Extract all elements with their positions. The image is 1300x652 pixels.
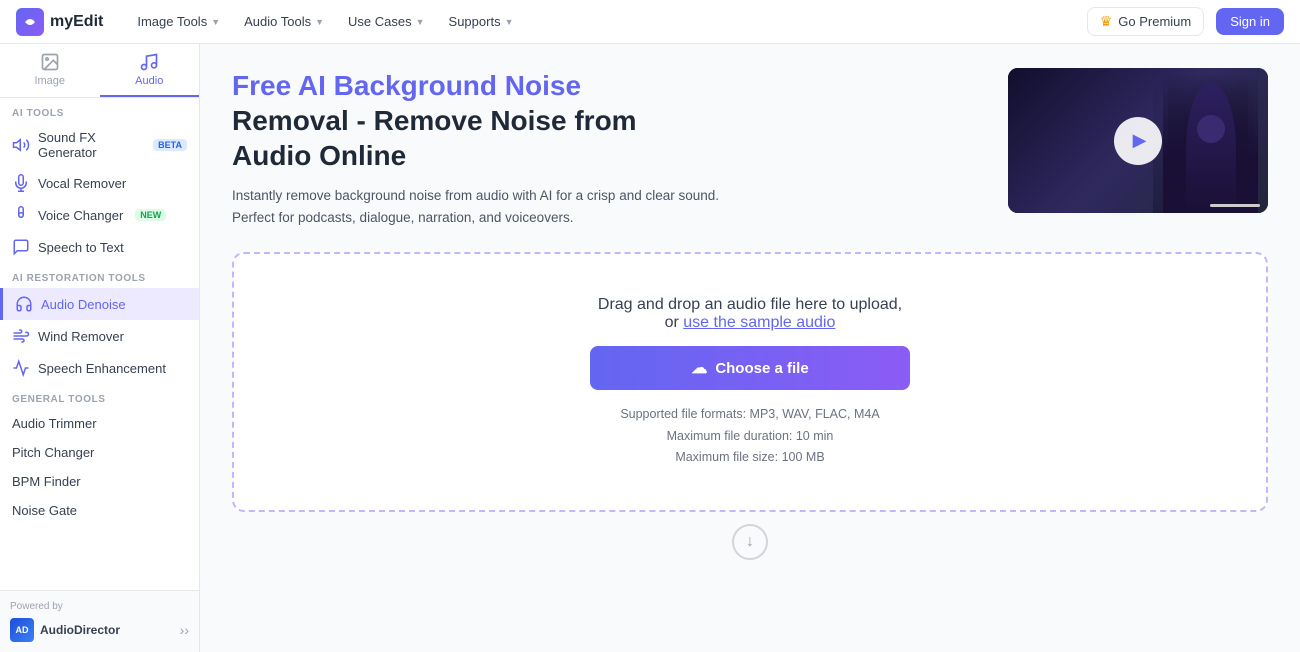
hero-section: Free AI Background Noise Removal - Remov… — [232, 68, 1268, 228]
hero-title-audio: Audio Online — [232, 140, 406, 171]
nav-supports-label: Supports — [449, 14, 501, 29]
sidebar-item-noise-gate-label: Noise Gate — [12, 503, 77, 518]
sidebar-item-pitch-changer-label: Pitch Changer — [12, 445, 94, 460]
go-premium-button[interactable]: ♛ Go Premium — [1087, 7, 1205, 36]
sidebar-item-speech-enhancement-label: Speech Enhancement — [38, 361, 166, 376]
nav-supports[interactable]: Supports ▼ — [439, 8, 524, 35]
tab-image-label: Image — [34, 75, 65, 87]
nav-audio-tools-label: Audio Tools — [244, 14, 311, 29]
sidebar-item-speech-to-text[interactable]: Speech to Text — [0, 231, 199, 263]
sign-in-label: Sign in — [1230, 14, 1270, 29]
audiodirector-row: AD AudioDirector ›› — [10, 618, 189, 642]
chevron-down-icon: ▼ — [315, 17, 324, 27]
sidebar-item-wind-remover[interactable]: Wind Remover — [0, 320, 199, 352]
sidebar-item-wind-remover-label: Wind Remover — [38, 329, 124, 344]
main-content: Free AI Background Noise Removal - Remov… — [200, 44, 1300, 652]
hero-title-free: Free AI Background Noise — [232, 70, 581, 101]
sidebar-item-sound-fx[interactable]: Sound FX Generator BETA — [0, 123, 199, 167]
sidebar-item-audio-trimmer-label: Audio Trimmer — [12, 416, 97, 431]
hero-title-removal: Removal - Remove Noise from — [232, 105, 637, 136]
upload-text: Drag and drop an audio file here to uplo… — [598, 296, 902, 332]
hero-title: Free AI Background Noise Removal - Remov… — [232, 68, 984, 173]
choose-file-button[interactable]: ☁ Choose a file — [590, 346, 910, 390]
main-layout: Image Audio AI TOOLS Sound FX Generator … — [0, 44, 1300, 652]
audiodirector-name: AudioDirector — [40, 623, 120, 637]
sidebar-item-voice-changer-label: Voice Changer — [38, 208, 123, 223]
sidebar-item-speech-to-text-label: Speech to Text — [38, 240, 124, 255]
or-text: or — [665, 314, 679, 331]
file-info: Supported file formats: MP3, WAV, FLAC, … — [620, 404, 879, 468]
play-button[interactable] — [1114, 117, 1162, 165]
sidebar: Image Audio AI TOOLS Sound FX Generator … — [0, 44, 200, 652]
sample-audio-link[interactable]: use the sample audio — [683, 314, 835, 331]
audiodirector-info: AD AudioDirector — [10, 618, 120, 642]
nav-use-cases-label: Use Cases — [348, 14, 412, 29]
hero-thumbnail — [1008, 68, 1268, 213]
sidebar-item-audio-denoise-label: Audio Denoise — [41, 297, 126, 312]
sidebar-item-bpm-finder[interactable]: BPM Finder — [0, 467, 199, 496]
hero-text: Free AI Background Noise Removal - Remov… — [232, 68, 984, 228]
sidebar-item-sound-fx-label: Sound FX Generator — [38, 130, 141, 160]
size-label: Maximum file size: 100 MB — [675, 450, 824, 464]
audiodirector-arrow-icon[interactable]: ›› — [180, 622, 189, 638]
section-general-label: GENERAL TOOLS — [0, 384, 199, 409]
scroll-hint: ↓ — [232, 524, 1268, 560]
upload-zone: Drag and drop an audio file here to uplo… — [232, 252, 1268, 512]
scroll-down-icon: ↓ — [732, 524, 768, 560]
tab-audio-label: Audio — [135, 75, 163, 87]
sidebar-footer: Powered by AD AudioDirector ›› — [0, 590, 199, 652]
logo-text: myEdit — [50, 13, 103, 31]
sidebar-item-audio-trimmer[interactable]: Audio Trimmer — [0, 409, 199, 438]
upload-icon: ☁ — [691, 358, 707, 378]
premium-label: Go Premium — [1118, 14, 1191, 29]
sidebar-item-speech-enhancement[interactable]: Speech Enhancement — [0, 352, 199, 384]
format-label: Supported file formats: MP3, WAV, FLAC, … — [620, 407, 879, 421]
chevron-down-icon: ▼ — [505, 17, 514, 27]
chevron-down-icon: ▼ — [416, 17, 425, 27]
chevron-down-icon: ▼ — [211, 17, 220, 27]
powered-by-label: Powered by — [10, 601, 189, 612]
nav-audio-tools[interactable]: Audio Tools ▼ — [234, 8, 334, 35]
sidebar-item-pitch-changer[interactable]: Pitch Changer — [0, 438, 199, 467]
logo-icon — [16, 8, 44, 36]
sidebar-item-voice-changer[interactable]: Voice Changer NEW — [0, 199, 199, 231]
sign-in-button[interactable]: Sign in — [1216, 8, 1284, 35]
sidebar-item-bpm-finder-label: BPM Finder — [12, 474, 81, 489]
nav-use-cases[interactable]: Use Cases ▼ — [338, 8, 435, 35]
tab-audio[interactable]: Audio — [100, 44, 200, 97]
sidebar-item-vocal-remover[interactable]: Vocal Remover — [0, 167, 199, 199]
hero-description: Instantly remove background noise from a… — [232, 185, 732, 228]
audiodirector-logo: AD — [10, 618, 34, 642]
new-badge: NEW — [135, 209, 166, 221]
section-ai-tools-label: AI TOOLS — [0, 98, 199, 123]
nav-image-tools-label: Image Tools — [137, 14, 207, 29]
sidebar-item-vocal-remover-label: Vocal Remover — [38, 176, 126, 191]
sidebar-item-noise-gate[interactable]: Noise Gate — [0, 496, 199, 525]
sidebar-tabs: Image Audio — [0, 44, 199, 98]
section-restoration-label: AI RESTORATION TOOLS — [0, 263, 199, 288]
drag-text: Drag and drop an audio file here to uplo… — [598, 296, 902, 313]
sidebar-item-audio-denoise[interactable]: Audio Denoise — [0, 288, 199, 320]
logo[interactable]: myEdit — [16, 8, 103, 36]
crown-icon: ♛ — [1100, 13, 1113, 30]
duration-label: Maximum file duration: 10 min — [667, 429, 834, 443]
tab-image[interactable]: Image — [0, 44, 100, 97]
nav-image-tools[interactable]: Image Tools ▼ — [127, 8, 230, 35]
beta-badge: BETA — [153, 139, 187, 151]
choose-label: Choose a file — [715, 360, 808, 377]
navbar: myEdit Image Tools ▼ Audio Tools ▼ Use C… — [0, 0, 1300, 44]
